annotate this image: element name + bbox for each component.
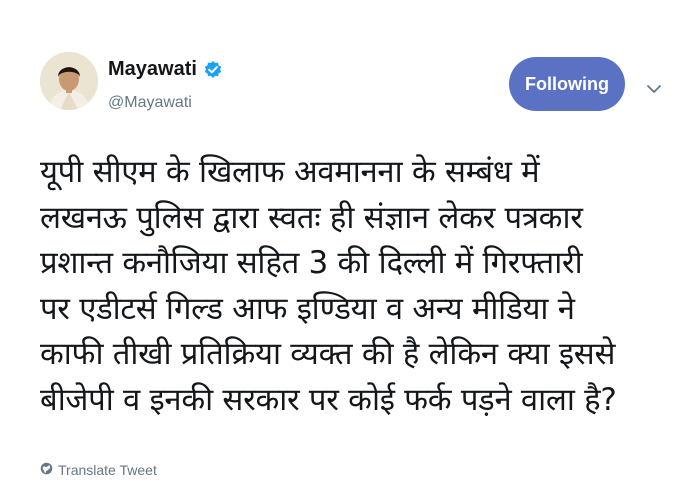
verified-badge-icon xyxy=(203,60,223,80)
chevron-down-icon[interactable] xyxy=(646,80,662,93)
avatar[interactable] xyxy=(40,52,98,110)
translate-tweet-link[interactable]: Translate Tweet xyxy=(40,462,157,478)
tweet-line: पर एडीटर्स गिल्ड आफ इण्डिया व अन्य मीडिय… xyxy=(40,290,575,327)
tweet-line: काफी तीखी प्रतिक्रिया व्यक्त की है लेकिन… xyxy=(40,336,616,372)
following-button[interactable]: Following xyxy=(509,57,625,111)
globe-icon xyxy=(40,462,53,478)
tweet-line: यूपी सीएम के खिलाफ अवमानना के सम्बंध में xyxy=(40,154,540,190)
tweet-text: यूपी सीएम के खिलाफ अवमानना के सम्बंध में… xyxy=(40,150,680,423)
tweet-line: लखनऊ पुलिस द्वारा स्वतः ही संज्ञान लेकर … xyxy=(40,199,583,236)
tweet-line: बीजेपी व इनकी सरकार पर कोई फर्क पड़ने वा… xyxy=(40,381,617,418)
user-handle[interactable]: @Mayawati xyxy=(108,94,192,112)
display-name[interactable]: Mayawati xyxy=(108,58,223,81)
tweet-line: प्रशान्त कनौजिया सहित 3 की दिल्ली में गि… xyxy=(40,245,583,281)
display-name-text[interactable]: Mayawati xyxy=(108,58,197,81)
translate-tweet-label[interactable]: Translate Tweet xyxy=(58,462,157,478)
